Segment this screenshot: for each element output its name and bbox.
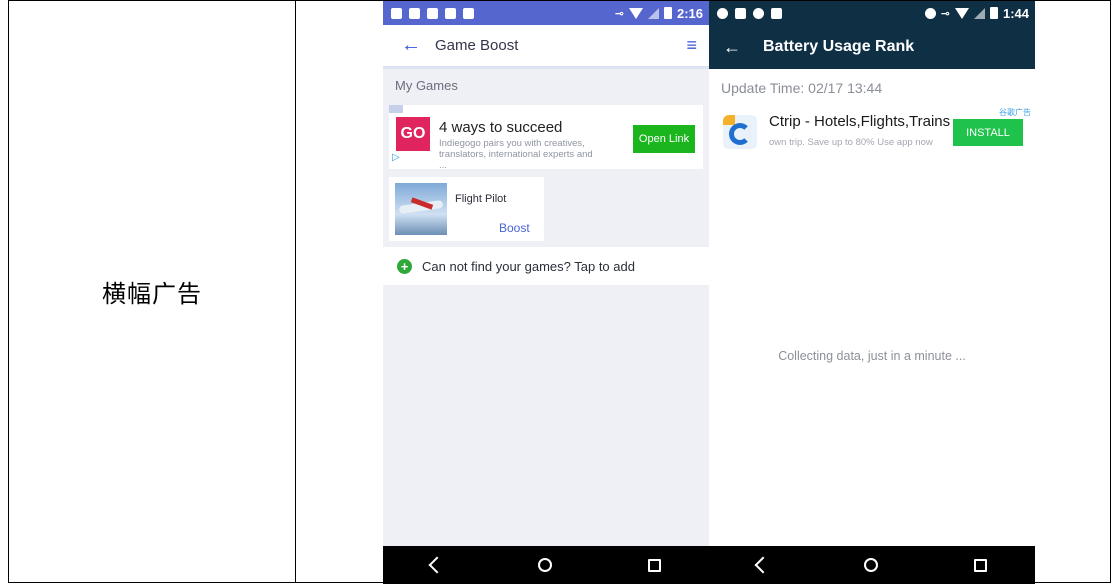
nav-home-icon[interactable] — [538, 558, 553, 572]
banner-ad-label: 横幅广告 — [102, 280, 202, 308]
indiegogo-logo-icon: GO — [396, 117, 430, 151]
system-icons: ⊸ 1:44 — [924, 5, 1029, 21]
clock: 2:16 — [676, 5, 703, 21]
banner-ad-card[interactable]: GO ▷ 4 ways to succeed Indiegogo pairs y… — [389, 105, 703, 171]
notification-icon — [753, 7, 764, 19]
ad-headline: 4 ways to succeed — [439, 119, 563, 136]
signal-icon — [973, 7, 985, 19]
ad-body-text: Indiegogo pairs you with creatives, tran… — [439, 138, 593, 171]
nav-home-icon[interactable] — [864, 558, 879, 572]
label-cell: 横幅广告 — [9, 1, 296, 582]
system-icons: ⊸ 2:16 — [615, 6, 703, 21]
battery-icon — [663, 7, 672, 19]
add-games-text: Can not find your games? Tap to add — [422, 258, 635, 274]
toolbar: ← Game Boost ≡ — [383, 25, 709, 69]
add-circle-icon: + — [397, 258, 412, 274]
notification-icon — [771, 7, 782, 19]
nav-back-icon[interactable] — [428, 556, 446, 574]
battery-icon — [989, 7, 998, 19]
battery-usage-screen: ⊸ 1:44 ← Battery Usage Rank Update Time:… — [709, 1, 1035, 584]
signal-icon — [647, 7, 659, 19]
navigation-bar — [709, 546, 1035, 584]
notification-icons — [391, 7, 474, 19]
status-bar: ⊸ 2:16 — [383, 1, 709, 25]
vpn-key-icon: ⊸ — [940, 7, 950, 20]
wifi-icon — [954, 7, 969, 19]
sort-list-icon[interactable]: ≡ — [686, 35, 697, 56]
banner-ad-card[interactable]: 谷歌广告 Ctrip - Hotels,Flights,Trains own t… — [709, 107, 1035, 167]
nav-recents-icon[interactable] — [974, 558, 988, 572]
notification-icon — [427, 7, 438, 19]
update-time: Update Time: 02/17 13:44 — [721, 80, 883, 96]
document-table: 横幅广告 ⊸ 2:16 ← Game Boost ≡ My Games GO ▷… — [8, 0, 1111, 584]
ad-corner-marker — [389, 105, 403, 113]
flight-pilot-thumbnail — [395, 183, 447, 235]
ctrip-logo-icon — [723, 115, 757, 149]
do-not-disturb-icon — [924, 7, 936, 19]
notification-icons — [717, 7, 782, 19]
notification-icon — [717, 7, 728, 19]
google-ad-tag: 谷歌广告 — [999, 108, 1031, 117]
collecting-message: Collecting data, just in a minute ... — [778, 349, 966, 363]
toolbar: ← Battery Usage Rank — [709, 25, 1035, 69]
open-link-button[interactable]: Open Link — [633, 125, 695, 153]
back-arrow-icon[interactable]: ← — [723, 37, 763, 58]
notification-icon — [735, 7, 746, 19]
adchoices-icon[interactable]: ▷ — [392, 153, 402, 163]
wifi-icon — [628, 7, 643, 19]
boost-button[interactable]: Boost — [499, 221, 530, 235]
nav-recents-icon[interactable] — [648, 558, 662, 572]
notification-icon — [391, 7, 402, 19]
ad-description: own trip. Save up to 80% Use app now — [769, 137, 933, 148]
game-boost-screen: ⊸ 2:16 ← Game Boost ≡ My Games GO ▷ 4 wa… — [383, 1, 709, 584]
screenshots-cell: ⊸ 2:16 ← Game Boost ≡ My Games GO ▷ 4 wa… — [296, 1, 1110, 584]
notification-icon — [463, 7, 474, 19]
nav-back-icon[interactable] — [754, 556, 772, 574]
dolphin-icon — [729, 123, 751, 145]
notification-icon — [445, 7, 456, 19]
add-games-row[interactable]: + Can not find your games? Tap to add — [383, 247, 709, 285]
install-button[interactable]: INSTALL — [953, 119, 1023, 146]
clock: 1:44 — [1002, 5, 1029, 21]
notification-icon — [409, 7, 420, 19]
game-name: Flight Pilot — [455, 193, 507, 205]
logo-flag-icon — [723, 115, 735, 125]
vpn-key-icon: ⊸ — [614, 7, 624, 20]
ad-app-name: Ctrip - Hotels,Flights,Trains — [769, 113, 951, 130]
page-title: Battery Usage Rank — [763, 38, 915, 55]
navigation-bar — [383, 546, 709, 584]
back-arrow-icon[interactable]: ← — [401, 34, 435, 57]
game-item[interactable]: Flight Pilot Boost — [389, 177, 544, 241]
status-bar: ⊸ 1:44 — [709, 1, 1035, 25]
page-title: Game Boost — [435, 37, 519, 54]
section-title: My Games — [395, 77, 458, 93]
